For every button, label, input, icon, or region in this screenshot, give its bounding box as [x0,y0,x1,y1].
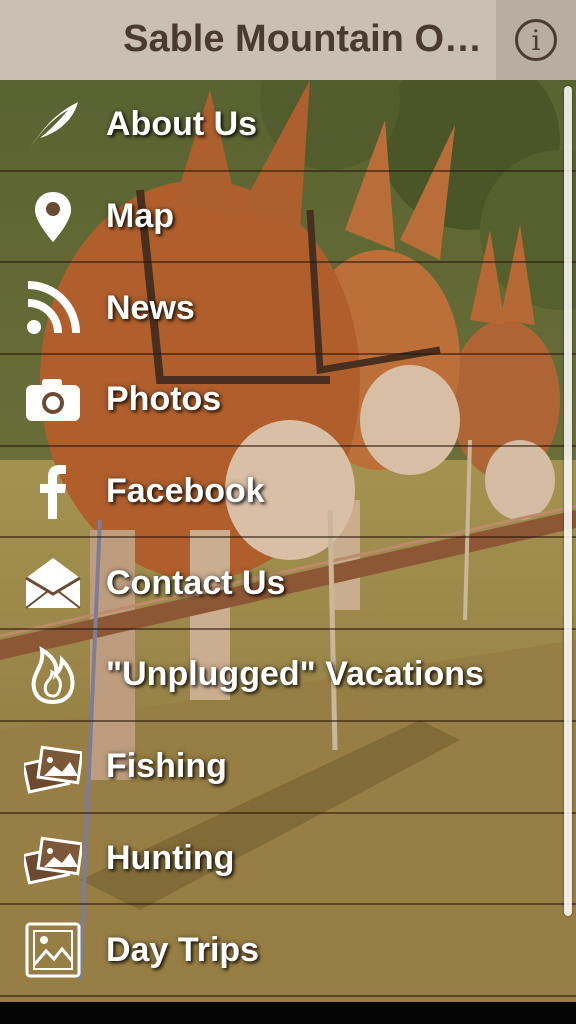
menu-label: News [106,288,195,327]
app-title: Sable Mountain O… [123,18,482,60]
menu-label: Contact Us [106,563,286,602]
envelope-icon [24,554,82,612]
camera-icon [24,371,82,429]
menu-label: Fishing [106,747,227,786]
rss-icon [24,279,82,337]
info-icon: i [515,19,557,61]
menu-item-fishing[interactable]: Fishing [0,722,576,814]
menu-item-about-us[interactable]: About Us [0,80,576,172]
feather-icon [24,96,82,154]
menu-label: "Unplugged" Vacations [106,655,484,694]
menu-scrollbar[interactable] [564,86,572,916]
bottom-bar [0,1002,576,1024]
menu-label: Map [106,197,174,236]
app-header: Sable Mountain O… i [0,0,576,80]
info-button[interactable]: i [496,0,576,80]
menu-item-photos[interactable]: Photos [0,355,576,447]
picture-icon [24,921,82,979]
menu-item-map[interactable]: Map [0,172,576,264]
photos-icon [24,738,82,796]
facebook-icon [24,463,82,521]
menu-item-hunting[interactable]: Hunting [0,814,576,906]
menu-item-news[interactable]: News [0,263,576,356]
menu-label: Facebook [106,472,265,511]
main-menu: About Us Map News Photos Facebook Contac… [0,80,576,997]
menu-item-contact-us[interactable]: Contact Us [0,538,576,631]
menu-item-facebook[interactable]: Facebook [0,447,576,539]
photos-icon [24,829,82,887]
menu-item-unplugged-vacations[interactable]: "Unplugged" Vacations [0,630,576,722]
menu-label: Day Trips [106,930,260,969]
menu-panel: About Us Map News Photos Facebook Contac… [0,80,576,1002]
menu-label: Hunting [106,838,235,877]
menu-item-day-trips[interactable]: Day Trips [0,905,576,997]
menu-label: About Us [106,105,258,144]
menu-label: Photos [106,380,222,419]
fire-icon [24,646,82,704]
map-pin-icon [24,188,82,246]
